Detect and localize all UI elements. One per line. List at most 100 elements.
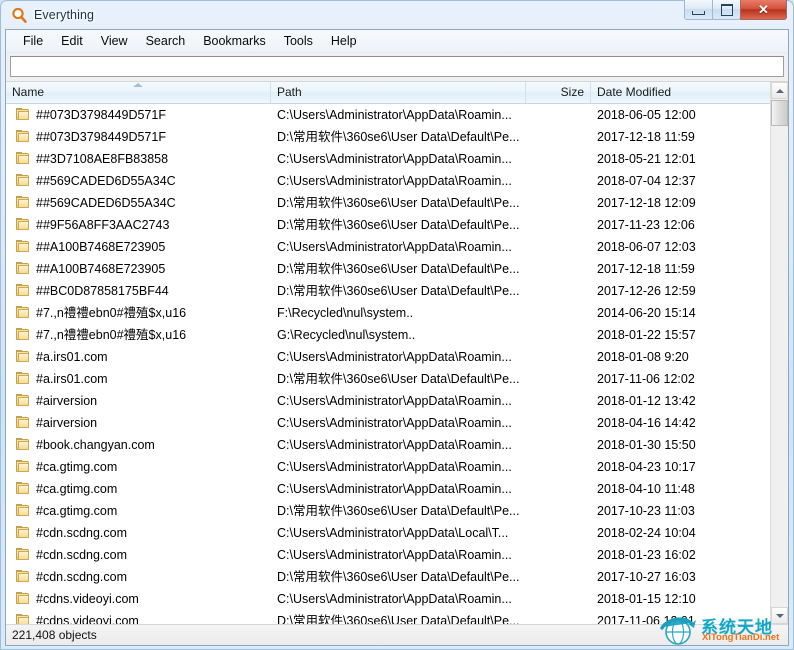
table-row[interactable]: #a.irs01.com C:\Users\Administrator\AppDa… [6, 346, 788, 368]
table-row[interactable]: #7.,n禮禮ebn0#禮殖$x,u16 F:\Recycled\nul\syst… [6, 302, 788, 324]
menu-item-tools[interactable]: Tools [275, 32, 322, 51]
table-row[interactable]: #airversion C:\Users\Administrator\AppDat… [6, 390, 788, 412]
cell-date-modified: 2018-04-16 14:42 [597, 416, 696, 430]
folder-icon [16, 438, 30, 451]
cell-name: #ca.gtimg.com [6, 478, 271, 500]
scrollbar-track[interactable] [771, 127, 788, 606]
status-bar: 221,408 objects [6, 624, 788, 645]
table-row[interactable]: ##9F56A8FF3AAC2743 D:\常用软件\360se6\User Da… [6, 214, 788, 236]
menu-item-edit[interactable]: Edit [52, 32, 92, 51]
folder-icon [16, 614, 30, 624]
cell-path: D:\常用软件\360se6\User Data\Default\Pe... [277, 614, 520, 624]
cell-name: ##569CADED6D55A34C [6, 192, 271, 214]
cell-name-label: #a.irs01.com [36, 372, 108, 386]
cell-date-modified: 2018-01-08 9:20 [597, 350, 689, 364]
window-title: Everything [34, 8, 95, 22]
table-row[interactable]: ##A100B7468E723905 D:\常用软件\360se6\User Da… [6, 258, 788, 280]
table-row[interactable]: #cdn.scdng.com C:\Users\Administrator\App… [6, 522, 788, 544]
search-input[interactable] [10, 56, 784, 77]
rows: ##073D3798449D571F C:\Users\Administrator… [6, 104, 788, 624]
table-row[interactable]: ##3D7108AE8FB83858 C:\Users\Administrator… [6, 148, 788, 170]
cell-name: #airversion [6, 412, 271, 434]
table-row[interactable]: #cdn.scdng.com D:\常用软件\360se6\User Data\D… [6, 566, 788, 588]
cell-name: #7.,n禮禮ebn0#禮殖$x,u16 [6, 302, 271, 324]
everything-window: Everything ✕ File Edit View Search Bookm… [0, 0, 794, 650]
table-row[interactable]: #7.,n禮禮ebn0#禮殖$x,u16 G:\Recycled\nul\syst… [6, 324, 788, 346]
column-header-size[interactable]: Size [526, 82, 591, 103]
cell-path: D:\常用软件\360se6\User Data\Default\Pe... [277, 372, 520, 386]
cell-path: D:\常用软件\360se6\User Data\Default\Pe... [277, 570, 520, 584]
folder-icon [16, 592, 30, 605]
cell-path: F:\Recycled\nul\system.. [277, 306, 414, 320]
cell-date-modified: 2018-05-21 12:01 [597, 152, 696, 166]
table-row[interactable]: ##073D3798449D571F D:\常用软件\360se6\User Da… [6, 126, 788, 148]
folder-icon [16, 218, 30, 231]
folder-icon [16, 152, 30, 165]
cell-name-label: #cdn.scdng.com [36, 548, 128, 562]
minimize-button[interactable] [684, 0, 713, 20]
cell-path: D:\常用软件\360se6\User Data\Default\Pe... [277, 262, 520, 276]
folder-icon [16, 306, 30, 319]
folder-icon [16, 328, 30, 341]
cell-path: D:\常用软件\360se6\User Data\Default\Pe... [277, 284, 520, 298]
vertical-scrollbar[interactable] [770, 82, 788, 624]
cell-name-label: ##3D7108AE8FB83858 [36, 152, 169, 166]
folder-icon [16, 416, 30, 429]
table-row[interactable]: #ca.gtimg.com D:\常用软件\360se6\User Data\De… [6, 500, 788, 522]
menu-item-view[interactable]: View [92, 32, 137, 51]
scrollbar-thumb[interactable] [771, 100, 788, 126]
table-row[interactable]: #airversion C:\Users\Administrator\AppDat… [6, 412, 788, 434]
cell-date-modified: 2018-01-23 16:02 [597, 548, 696, 562]
menu-item-bookmarks[interactable]: Bookmarks [194, 32, 275, 51]
cell-date-modified: 2017-10-23 11:03 [597, 504, 695, 518]
scroll-down-button[interactable] [771, 607, 788, 624]
menu-item-file[interactable]: File [14, 32, 52, 51]
maximize-button[interactable] [712, 0, 741, 20]
menu-bar: File Edit View Search Bookmarks Tools He… [6, 30, 788, 53]
table-row[interactable]: #ca.gtimg.com C:\Users\Administrator\AppD… [6, 456, 788, 478]
table-row[interactable]: ##569CADED6D55A34C D:\常用软件\360se6\User Da… [6, 192, 788, 214]
table-row[interactable]: ##A100B7468E723905 C:\Users\Administrator… [6, 236, 788, 258]
table-row[interactable]: #book.changyan.com C:\Users\Administrator… [6, 434, 788, 456]
cell-path: C:\Users\Administrator\AppData\Roamin... [277, 592, 512, 606]
cell-name: #a.irs01.com [6, 346, 271, 368]
cell-path: G:\Recycled\nul\system.. [277, 328, 416, 342]
table-row[interactable]: ##BC0D87858175BF44 D:\常用软件\360se6\User Da… [6, 280, 788, 302]
folder-icon [16, 482, 30, 495]
cell-date-modified: 2017-12-18 11:59 [597, 262, 695, 276]
table-row[interactable]: #a.irs01.com D:\常用软件\360se6\User Data\Def… [6, 368, 788, 390]
cell-name-label: ##569CADED6D55A34C [36, 174, 176, 188]
menu-item-help[interactable]: Help [322, 32, 366, 51]
cell-date-modified: 2017-11-06 12:02 [597, 372, 695, 386]
cell-name-label: #airversion [36, 394, 98, 408]
cell-date-modified: 2018-01-12 13:42 [597, 394, 696, 408]
cell-name: #a.irs01.com [6, 368, 271, 390]
close-button[interactable]: ✕ [740, 0, 787, 20]
cell-name-label: #book.changyan.com [36, 438, 155, 452]
cell-name-label: #7.,n禮禮ebn0#禮殖$x,u16 [36, 328, 187, 342]
table-row[interactable]: ##569CADED6D55A34C C:\Users\Administrator… [6, 170, 788, 192]
column-header-name[interactable]: Name [6, 82, 271, 103]
cell-name: ##073D3798449D571F [6, 126, 271, 148]
cell-name: ##073D3798449D571F [6, 104, 271, 126]
scroll-up-button[interactable] [771, 82, 788, 99]
table-row[interactable]: #cdn.scdng.com C:\Users\Administrator\App… [6, 544, 788, 566]
column-header-date-modified[interactable]: Date Modified [591, 82, 769, 103]
table-row[interactable]: #cdns.videoyi.com C:\Users\Administrator\… [6, 588, 788, 610]
table-row[interactable]: ##073D3798449D571F C:\Users\Administrator… [6, 104, 788, 126]
cell-date-modified: 2018-01-30 15:50 [597, 438, 696, 452]
column-header-path[interactable]: Path [271, 82, 526, 103]
cell-path: D:\常用软件\360se6\User Data\Default\Pe... [277, 130, 520, 144]
cell-name-label: #cdns.videoyi.com [36, 592, 139, 606]
table-row[interactable]: #cdns.videoyi.com D:\常用软件\360se6\User Dat… [6, 610, 788, 624]
column-header-date-label: Date Modified [597, 85, 672, 99]
column-header-path-label: Path [277, 85, 302, 99]
cell-name: #ca.gtimg.com [6, 456, 271, 478]
menu-item-search[interactable]: Search [137, 32, 195, 51]
cell-name-label: #ca.gtimg.com [36, 482, 118, 496]
folder-icon [16, 460, 30, 473]
folder-icon [16, 284, 30, 297]
cell-date-modified: 2017-11-06 12:01 [597, 614, 695, 624]
table-row[interactable]: #ca.gtimg.com C:\Users\Administrator\AppD… [6, 478, 788, 500]
rows-container: ##073D3798449D571F C:\Users\Administrator… [6, 104, 788, 624]
